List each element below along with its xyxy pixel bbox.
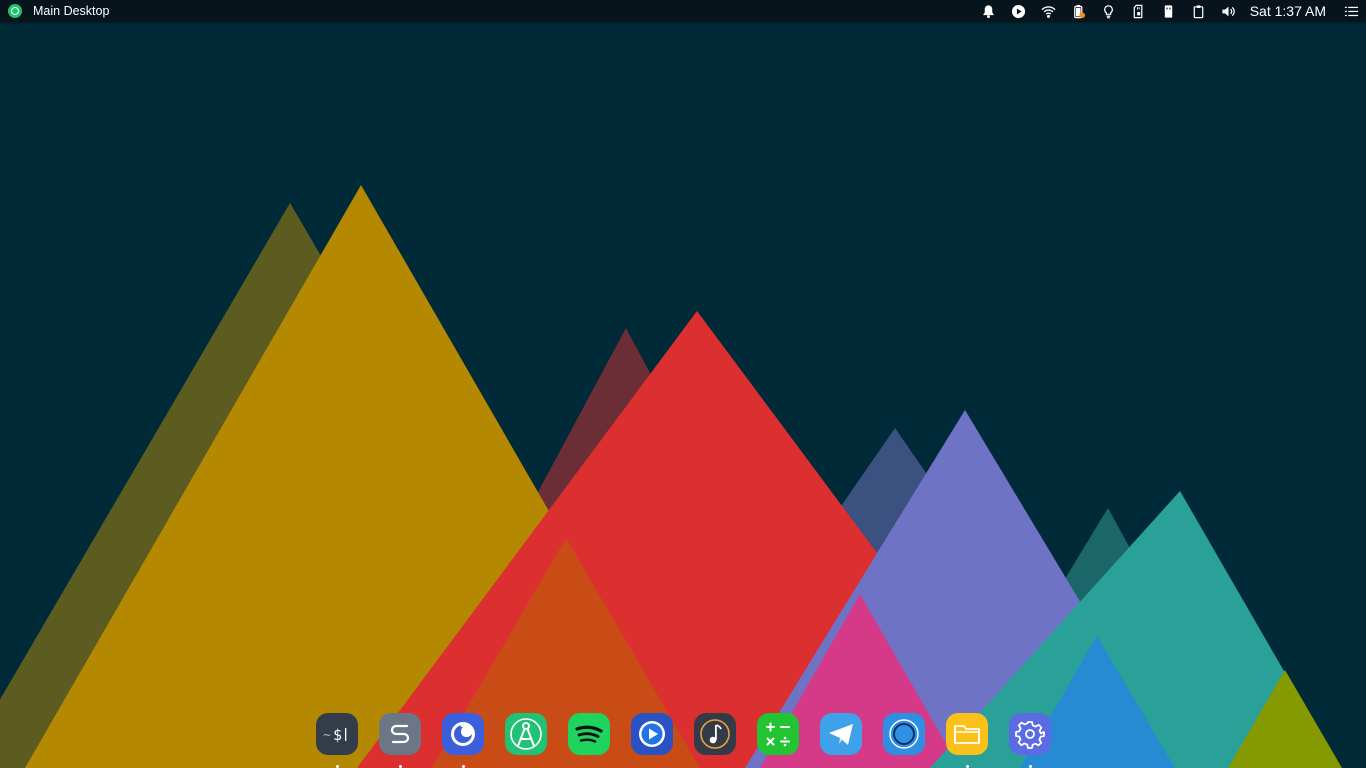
top-panel: Main Desktop Sat 1:37 AM <box>0 0 1366 22</box>
dock-item-text-editor[interactable] <box>378 713 421 768</box>
dock-item-android-studio[interactable] <box>504 713 547 768</box>
gear-icon[interactable] <box>1008 713 1051 755</box>
media-play-icon[interactable] <box>1004 0 1034 22</box>
dock-item-spotify[interactable] <box>567 713 610 768</box>
calculator-icon[interactable] <box>756 713 799 755</box>
battery-icon[interactable] <box>1064 0 1094 22</box>
wifi-icon[interactable] <box>1034 0 1064 22</box>
telegram-icon[interactable] <box>819 713 862 755</box>
play-circle-icon[interactable] <box>630 713 673 755</box>
dock-item-music-player[interactable] <box>693 713 736 768</box>
firefox-icon[interactable] <box>441 713 484 755</box>
svg-text:~: ~ <box>323 728 331 743</box>
desktop-wallpaper <box>0 0 1366 768</box>
circle-browser-icon[interactable] <box>882 713 925 755</box>
spotify-icon[interactable] <box>567 713 610 755</box>
workspace-title[interactable]: Main Desktop <box>33 4 109 18</box>
clipboard-icon[interactable] <box>1184 0 1214 22</box>
volume-icon[interactable] <box>1214 0 1244 22</box>
dock-item-browser[interactable] <box>882 713 925 768</box>
usb-drive-icon[interactable] <box>1154 0 1184 22</box>
app-menu-icon[interactable] <box>8 4 22 18</box>
dock-item-media-player[interactable] <box>630 713 673 768</box>
svg-text:$: $ <box>333 726 342 744</box>
dock-item-settings[interactable] <box>1008 713 1051 768</box>
dock-item-files[interactable] <box>945 713 988 768</box>
s-script-icon[interactable] <box>378 713 421 755</box>
dock-item-calculator[interactable] <box>756 713 799 768</box>
terminal-icon[interactable]: ~ $ <box>315 713 358 755</box>
dock-item-terminal[interactable]: ~ $ <box>315 713 358 768</box>
list-menu-icon[interactable] <box>1336 0 1366 22</box>
sd-card-icon[interactable] <box>1124 0 1154 22</box>
music-note-icon[interactable] <box>693 713 736 755</box>
bulb-icon[interactable] <box>1094 0 1124 22</box>
dock-item-telegram[interactable] <box>819 713 862 768</box>
dock: ~ $ <box>311 708 1055 768</box>
compass-icon[interactable] <box>504 713 547 755</box>
folder-icon[interactable] <box>945 713 988 755</box>
bell-icon[interactable] <box>974 0 1004 22</box>
clock[interactable]: Sat 1:37 AM <box>1244 3 1336 19</box>
dock-item-firefox[interactable] <box>441 713 484 768</box>
